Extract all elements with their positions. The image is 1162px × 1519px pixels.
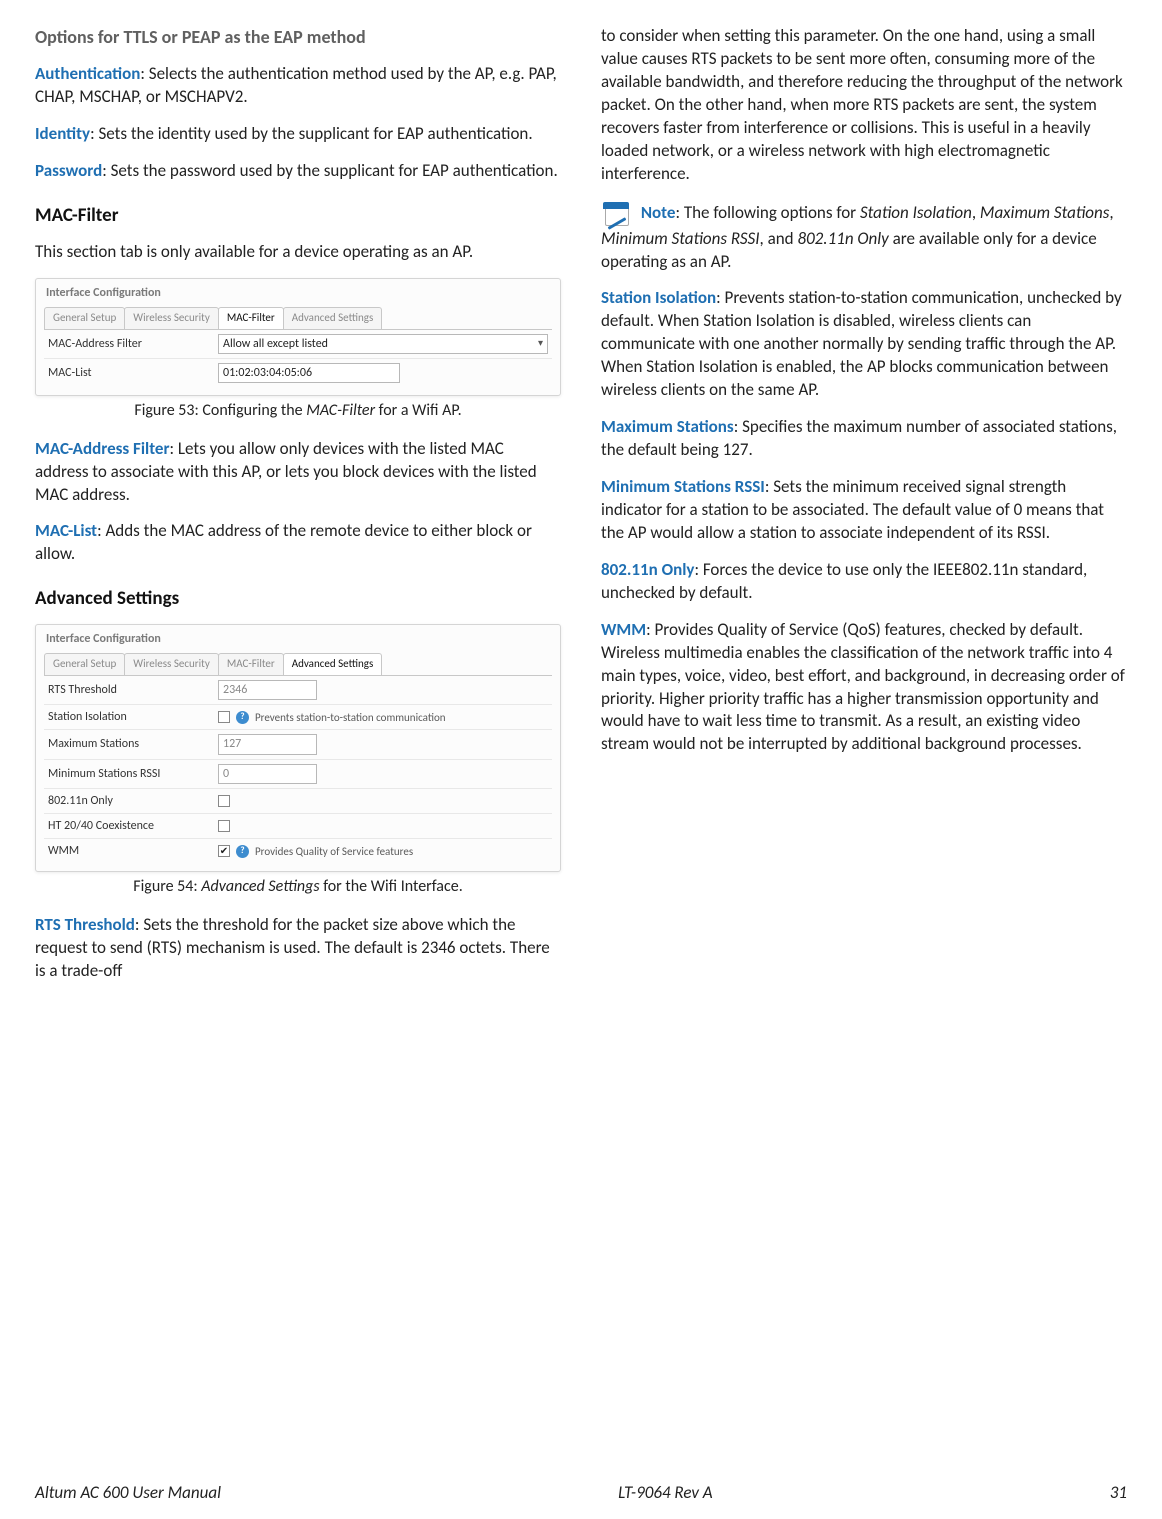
rts-threshold-input[interactable]: 2346 <box>218 680 317 700</box>
options-heading: Options for TTLS or PEAP as the EAP meth… <box>35 25 561 49</box>
table-row: 802.11n Only <box>44 789 552 814</box>
mac-list-paragraph: MAC-List: Adds the MAC address of the re… <box>35 520 561 566</box>
figure-53-legend: Interface Configuration <box>36 279 560 301</box>
identity-term: Identity <box>35 123 90 144</box>
mac-list-input[interactable]: 01:02:03:04:05:06 <box>218 363 400 383</box>
mac-list-term: MAC-List <box>35 520 97 541</box>
table-row: Station Isolation ? Prevents station-to-… <box>44 705 552 730</box>
table-row: MAC-List 01:02:03:04:05:06 <box>44 359 552 387</box>
password-term: Password <box>35 160 102 181</box>
ht-coexistence-label: HT 20/40 Coexistence <box>48 818 218 834</box>
page-footer: Altum AC 600 User Manual LT-9064 Rev A 3… <box>35 1482 1127 1505</box>
minimum-rssi-term: Minimum Stations RSSI <box>601 476 765 497</box>
mac-address-filter-value: Allow all except listed <box>223 336 328 352</box>
figure-54: Interface Configuration General Setup Wi… <box>35 624 561 872</box>
password-text: : Sets the password used by the supplica… <box>102 160 558 181</box>
mac-list-label: MAC-List <box>48 365 218 381</box>
station-isolation-hint: Prevents station-to-station communicatio… <box>255 711 446 724</box>
mac-address-filter-term: MAC-Address Filter <box>35 438 170 459</box>
auth-paragraph: Authentication: Selects the authenticati… <box>35 63 561 109</box>
wmm-paragraph: WMM: Provides Quality of Service (QoS) f… <box>601 619 1127 757</box>
tab-advanced-settings[interactable]: Advanced Settings <box>283 307 383 329</box>
password-paragraph: Password: Sets the password used by the … <box>35 160 561 183</box>
rts-threshold-term: RTS Threshold <box>35 914 135 935</box>
80211n-only-checkbox[interactable] <box>218 795 230 807</box>
table-row: HT 20/40 Coexistence <box>44 814 552 839</box>
figure-53: Interface Configuration General Setup Wi… <box>35 278 561 396</box>
mac-address-filter-select[interactable]: Allow all except listed ▾ <box>218 334 548 354</box>
station-isolation-checkbox[interactable] <box>218 711 230 723</box>
rts-threshold-label: RTS Threshold <box>48 682 218 698</box>
wmm-hint: Provides Quality of Service features <box>255 845 413 858</box>
footer-left: Altum AC 600 User Manual <box>35 1482 221 1505</box>
minimum-rssi-input[interactable]: 0 <box>218 764 317 784</box>
authentication-term: Authentication <box>35 63 140 84</box>
tab-mac-filter[interactable]: MAC-Filter <box>218 307 284 329</box>
table-row: MAC-Address Filter Allow all except list… <box>44 330 552 359</box>
station-isolation-label: Station Isolation <box>48 709 218 725</box>
note-icon <box>601 200 631 228</box>
80211n-only-term: 802.11n Only <box>601 559 694 580</box>
maximum-stations-label: Maximum Stations <box>48 736 218 752</box>
figure-53-caption: Figure 53: Configuring the MAC-Filter fo… <box>35 400 561 422</box>
mac-list-text: : Adds the MAC address of the remote dev… <box>35 520 532 564</box>
table-row: RTS Threshold 2346 <box>44 676 552 705</box>
wmm-label: WMM <box>48 843 218 859</box>
wmm-checkbox[interactable] <box>218 845 230 857</box>
figure-54-caption: Figure 54: Advanced Settings for the Wif… <box>35 876 561 898</box>
minimum-rssi-paragraph: Minimum Stations RSSI: Sets the minimum … <box>601 476 1127 545</box>
figure-54-legend: Interface Configuration <box>36 625 560 647</box>
identity-paragraph: Identity: Sets the identity used by the … <box>35 123 561 146</box>
tab-mac-filter[interactable]: MAC-Filter <box>218 653 284 675</box>
help-icon[interactable]: ? <box>236 711 249 724</box>
identity-text: : Sets the identity used by the supplica… <box>90 123 533 144</box>
wmm-term: WMM <box>601 619 646 640</box>
tab-general-setup[interactable]: General Setup <box>44 653 125 675</box>
mac-filter-intro: This section tab is only available for a… <box>35 241 561 264</box>
rts-threshold-paragraph: RTS Threshold: Sets the threshold for th… <box>35 914 561 983</box>
table-row: Maximum Stations 127 <box>44 730 552 759</box>
mac-address-filter-label: MAC-Address Filter <box>48 336 218 352</box>
footer-right: 31 <box>1110 1482 1127 1505</box>
help-icon[interactable]: ? <box>236 845 249 858</box>
minimum-rssi-label: Minimum Stations RSSI <box>48 766 218 782</box>
mac-filter-heading: MAC-Filter <box>35 203 561 229</box>
maximum-stations-paragraph: Maximum Stations: Specifies the maximum … <box>601 416 1127 462</box>
wmm-text: : Provides Quality of Service (QoS) feat… <box>601 619 1125 755</box>
station-isolation-paragraph: Station Isolation: Prevents station-to-s… <box>601 287 1127 402</box>
maximum-stations-term: Maximum Stations <box>601 416 734 437</box>
advanced-settings-heading: Advanced Settings <box>35 586 561 612</box>
tab-advanced-settings[interactable]: Advanced Settings <box>283 653 383 675</box>
rts-continuation: to consider when setting this parameter.… <box>601 25 1127 186</box>
ht-coexistence-checkbox[interactable] <box>218 820 230 832</box>
table-row: Minimum Stations RSSI 0 <box>44 760 552 789</box>
80211n-only-paragraph: 802.11n Only: Forces the device to use o… <box>601 559 1127 605</box>
mac-address-filter-paragraph: MAC-Address Filter: Lets you allow only … <box>35 438 561 507</box>
tab-wireless-security[interactable]: Wireless Security <box>124 307 219 329</box>
note-term: Note <box>641 202 676 223</box>
chevron-down-icon: ▾ <box>538 336 543 352</box>
tab-wireless-security[interactable]: Wireless Security <box>124 653 219 675</box>
footer-center: LT-9064 Rev A <box>618 1482 713 1505</box>
station-isolation-term: Station Isolation <box>601 287 716 308</box>
note-paragraph: Note: The following options for Station … <box>601 200 1127 274</box>
tab-general-setup[interactable]: General Setup <box>44 307 125 329</box>
80211n-only-label: 802.11n Only <box>48 793 218 809</box>
table-row: WMM ? Provides Quality of Service featur… <box>44 839 552 863</box>
maximum-stations-input[interactable]: 127 <box>218 734 317 754</box>
